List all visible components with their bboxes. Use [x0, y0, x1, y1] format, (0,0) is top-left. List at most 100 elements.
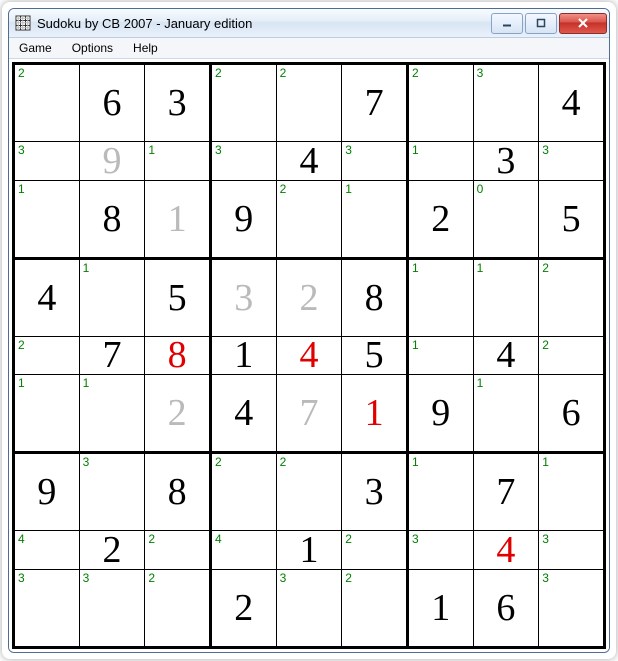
cell-hint: 1 — [412, 143, 419, 157]
cell-r8-c7[interactable]: 6 — [473, 570, 539, 648]
cell-r1-c7[interactable]: 3 — [473, 141, 539, 180]
cell-r2-c4[interactable]: 2 — [276, 180, 342, 258]
cell-r3-c8[interactable]: 2 — [539, 258, 605, 336]
cell-r0-c8[interactable]: 4 — [539, 64, 605, 142]
cell-r6-c0[interactable]: 9 — [14, 453, 80, 531]
cell-r6-c2[interactable]: 8 — [145, 453, 211, 531]
cell-r4-c1[interactable]: 7 — [79, 336, 145, 375]
cell-r0-c5[interactable]: 7 — [342, 64, 408, 142]
cell-r6-c3[interactable]: 2 — [210, 453, 276, 531]
cell-value: 1 — [409, 570, 473, 646]
cell-r1-c1[interactable]: 9 — [79, 141, 145, 180]
cell-r3-c1[interactable]: 1 — [79, 258, 145, 336]
cell-r6-c1[interactable]: 3 — [79, 453, 145, 531]
cell-r3-c6[interactable]: 1 — [407, 258, 473, 336]
menu-help[interactable]: Help — [123, 38, 168, 58]
cell-r5-c0[interactable]: 1 — [14, 375, 80, 453]
cell-r1-c4[interactable]: 4 — [276, 141, 342, 180]
cell-r6-c4[interactable]: 2 — [276, 453, 342, 531]
cell-r0-c4[interactable]: 2 — [276, 64, 342, 142]
cell-r2-c3[interactable]: 9 — [210, 180, 276, 258]
titlebar[interactable]: Sudoku by CB 2007 - January edition — [9, 9, 609, 38]
minimize-button[interactable] — [491, 13, 523, 34]
cell-r8-c3[interactable]: 2 — [210, 570, 276, 648]
cell-r7-c8[interactable]: 3 — [539, 531, 605, 570]
cell-r8-c6[interactable]: 1 — [407, 570, 473, 648]
cell-r5-c6[interactable]: 9 — [407, 375, 473, 453]
cell-r8-c5[interactable]: 2 — [342, 570, 408, 648]
close-button[interactable] — [559, 13, 607, 34]
cell-r3-c0[interactable]: 4 — [14, 258, 80, 336]
cell-r2-c8[interactable]: 5 — [539, 180, 605, 258]
maximize-button[interactable] — [525, 13, 557, 34]
cell-r4-c6[interactable]: 1 — [407, 336, 473, 375]
cell-r2-c6[interactable]: 2 — [407, 180, 473, 258]
menu-game[interactable]: Game — [9, 38, 62, 58]
cell-hint: 1 — [477, 376, 484, 390]
cell-r8-c4[interactable]: 3 — [276, 570, 342, 648]
cell-value: 7 — [342, 65, 406, 141]
cell-r1-c0[interactable]: 3 — [14, 141, 80, 180]
cell-r3-c3[interactable]: 3 — [210, 258, 276, 336]
cell-r2-c7[interactable]: 0 — [473, 180, 539, 258]
cell-r8-c8[interactable]: 3 — [539, 570, 605, 648]
app-window: Sudoku by CB 2007 - January edition Game… — [8, 8, 610, 653]
cell-r1-c8[interactable]: 3 — [539, 141, 605, 180]
cell-r7-c5[interactable]: 2 — [342, 531, 408, 570]
cell-r0-c1[interactable]: 6 — [79, 64, 145, 142]
cell-r0-c7[interactable]: 3 — [473, 64, 539, 142]
cell-r5-c7[interactable]: 1 — [473, 375, 539, 453]
cell-r5-c5[interactable]: 1 — [342, 375, 408, 453]
cell-r1-c6[interactable]: 1 — [407, 141, 473, 180]
cell-r8-c2[interactable]: 2 — [145, 570, 211, 648]
cell-r2-c2[interactable]: 1 — [145, 180, 211, 258]
cell-r3-c4[interactable]: 2 — [276, 258, 342, 336]
cell-r5-c2[interactable]: 2 — [145, 375, 211, 453]
cell-r2-c1[interactable]: 8 — [79, 180, 145, 258]
cell-r6-c8[interactable]: 1 — [539, 453, 605, 531]
cell-r0-c3[interactable]: 2 — [210, 64, 276, 142]
cell-r4-c8[interactable]: 2 — [539, 336, 605, 375]
cell-r6-c6[interactable]: 1 — [407, 453, 473, 531]
app-icon — [15, 15, 31, 31]
cell-r3-c7[interactable]: 1 — [473, 258, 539, 336]
cell-r4-c7[interactable]: 4 — [473, 336, 539, 375]
cell-hint: 1 — [83, 261, 90, 275]
cell-r1-c5[interactable]: 3 — [342, 141, 408, 180]
cell-r0-c2[interactable]: 3 — [145, 64, 211, 142]
cell-r4-c5[interactable]: 5 — [342, 336, 408, 375]
menu-options[interactable]: Options — [62, 38, 123, 58]
cell-r0-c6[interactable]: 2 — [407, 64, 473, 142]
cell-value: 9 — [212, 181, 276, 257]
cell-r6-c5[interactable]: 3 — [342, 453, 408, 531]
cell-r5-c8[interactable]: 6 — [539, 375, 605, 453]
cell-r3-c5[interactable]: 8 — [342, 258, 408, 336]
cell-r4-c3[interactable]: 1 — [210, 336, 276, 375]
cell-r0-c0[interactable]: 2 — [14, 64, 80, 142]
cell-r8-c0[interactable]: 3 — [14, 570, 80, 648]
cell-r3-c2[interactable]: 5 — [145, 258, 211, 336]
cell-r7-c7[interactable]: 4 — [473, 531, 539, 570]
cell-hint: 2 — [18, 338, 25, 352]
cell-r5-c4[interactable]: 7 — [276, 375, 342, 453]
cell-r4-c0[interactable]: 2 — [14, 336, 80, 375]
cell-hint: 2 — [345, 571, 352, 585]
cell-r1-c2[interactable]: 1 — [145, 141, 211, 180]
cell-r7-c2[interactable]: 2 — [145, 531, 211, 570]
cell-r6-c7[interactable]: 7 — [473, 453, 539, 531]
cell-value: 9 — [409, 375, 473, 451]
cell-r7-c1[interactable]: 2 — [79, 531, 145, 570]
cell-r1-c3[interactable]: 3 — [210, 141, 276, 180]
cell-r7-c6[interactable]: 3 — [407, 531, 473, 570]
cell-r4-c4[interactable]: 4 — [276, 336, 342, 375]
cell-r2-c5[interactable]: 1 — [342, 180, 408, 258]
cell-r8-c1[interactable]: 3 — [79, 570, 145, 648]
cell-r5-c1[interactable]: 1 — [79, 375, 145, 453]
cell-r7-c0[interactable]: 4 — [14, 531, 80, 570]
cell-r5-c3[interactable]: 4 — [210, 375, 276, 453]
cell-r7-c4[interactable]: 1 — [276, 531, 342, 570]
cell-r2-c0[interactable]: 1 — [14, 180, 80, 258]
cell-hint: 1 — [18, 182, 25, 196]
cell-r4-c2[interactable]: 8 — [145, 336, 211, 375]
cell-r7-c3[interactable]: 4 — [210, 531, 276, 570]
